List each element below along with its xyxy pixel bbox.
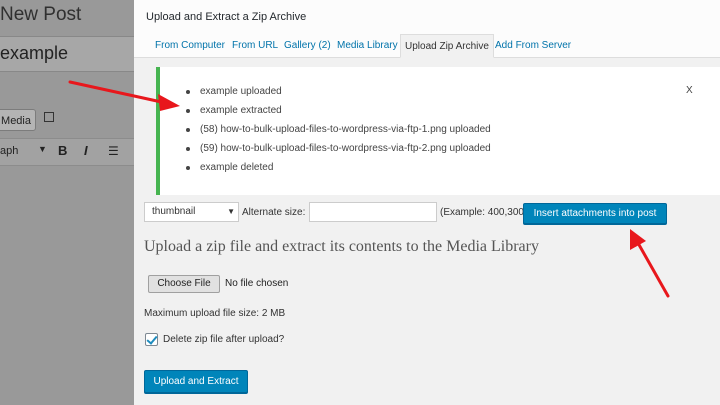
bold-button[interactable]: B <box>58 143 67 158</box>
alternate-size-example: (Example: 400,300) <box>440 207 528 218</box>
chevron-down-icon[interactable]: ▼ <box>38 144 47 154</box>
close-icon[interactable]: X <box>686 85 693 96</box>
delete-zip-checkbox[interactable] <box>145 333 158 346</box>
media-tabs: From Computer From URL Gallery (2) Media… <box>134 34 720 58</box>
delete-zip-label: Delete zip file after upload? <box>163 334 285 345</box>
tab-media-library[interactable]: Media Library <box>337 40 398 51</box>
form-icon[interactable] <box>44 112 54 122</box>
bulleted-list-icon[interactable]: ☰ <box>108 144 119 158</box>
list-item: example uploaded <box>184 86 491 105</box>
post-editor-heading: New Post <box>0 4 82 25</box>
add-media-button[interactable]: Media <box>0 109 36 131</box>
alternate-size-input[interactable] <box>309 202 437 222</box>
image-size-value: thumbnail <box>152 206 196 217</box>
tab-from-url[interactable]: From URL <box>232 40 278 51</box>
list-item: example extracted <box>184 105 491 124</box>
insert-attachments-button[interactable]: Insert attachments into post <box>523 203 667 224</box>
upload-and-extract-button[interactable]: Upload and Extract <box>144 370 248 393</box>
list-item: example deleted <box>184 162 491 181</box>
image-size-select[interactable]: thumbnail ▼ <box>144 202 239 222</box>
tab-gallery[interactable]: Gallery (2) <box>284 40 331 51</box>
attachment-size-row: thumbnail ▼ Alternate size: (Example: 40… <box>144 201 714 225</box>
list-item: (58) how-to-bulk-upload-files-to-wordpre… <box>184 124 491 143</box>
file-status-text: No file chosen <box>225 278 289 289</box>
max-upload-size-text: Maximum upload file size: 2 MB <box>144 308 286 319</box>
modal-title: Upload and Extract a Zip Archive <box>146 11 307 23</box>
post-title-input[interactable]: example <box>0 36 140 72</box>
tab-add-from-server[interactable]: Add From Server <box>495 40 571 51</box>
list-item: (59) how-to-bulk-upload-files-to-wordpre… <box>184 143 491 162</box>
upload-section-title: Upload a zip file and extract its conten… <box>144 238 539 255</box>
format-select[interactable]: aph <box>0 145 18 157</box>
success-notice: example uploaded example extracted (58) … <box>156 67 720 195</box>
tab-from-computer[interactable]: From Computer <box>155 40 225 51</box>
editor-toolbar: aph ▼ B I ☰ <box>0 138 140 166</box>
chevron-down-icon: ▼ <box>227 207 235 216</box>
background-editor: New Post example Media aph ▼ B I ☰ <box>0 0 140 405</box>
modal-header: Upload and Extract a Zip Archive <box>134 0 720 35</box>
upload-zip-modal: Upload and Extract a Zip Archive From Co… <box>134 0 720 405</box>
post-title-value: example <box>0 43 69 63</box>
alternate-size-label: Alternate size: <box>242 207 306 218</box>
italic-button[interactable]: I <box>84 143 88 158</box>
tab-upload-zip-archive[interactable]: Upload Zip Archive <box>400 34 494 58</box>
choose-file-button[interactable]: Choose File <box>148 275 220 293</box>
notice-list: example uploaded example extracted (58) … <box>184 86 491 181</box>
